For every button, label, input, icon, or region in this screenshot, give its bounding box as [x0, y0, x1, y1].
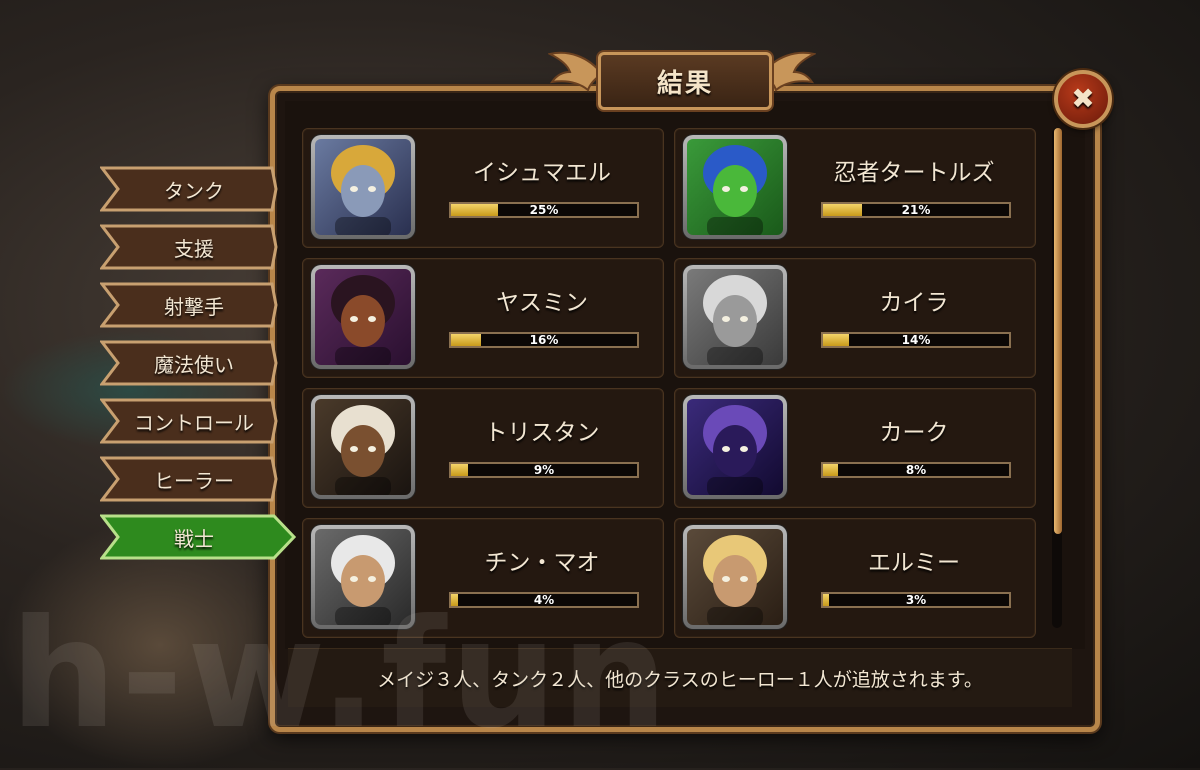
- tab-3[interactable]: 魔法使い: [100, 340, 278, 386]
- usage-bar: 14%: [821, 332, 1011, 348]
- usage-percent: 9%: [533, 463, 555, 477]
- hero-card[interactable]: エルミー 3%: [674, 518, 1036, 638]
- hero-name: チン・マオ: [484, 550, 600, 576]
- usage-bar: 16%: [449, 332, 639, 348]
- tab-0[interactable]: タンク: [100, 166, 278, 212]
- usage-bar: 21%: [821, 202, 1011, 218]
- hero-card[interactable]: イシュマエル 25%: [302, 128, 664, 248]
- hero-name: カーク: [879, 420, 949, 446]
- tab-2[interactable]: 射撃手: [100, 282, 278, 328]
- hero-avatar-icon: [331, 275, 395, 365]
- hero-name: 忍者タートルズ: [833, 160, 995, 186]
- hero-name: エルミー: [868, 550, 960, 576]
- tab-5[interactable]: ヒーラー: [100, 456, 278, 502]
- hero-avatar-icon: [703, 535, 767, 625]
- hero-avatar-icon: [703, 405, 767, 495]
- usage-percent: 16%: [529, 333, 559, 347]
- hero-portrait: [683, 265, 787, 369]
- hero-avatar-icon: [703, 275, 767, 365]
- hero-card[interactable]: トリスタン 9%: [302, 388, 664, 508]
- watermark: h-w.fun: [10, 588, 672, 762]
- hero-card[interactable]: カーク 8%: [674, 388, 1036, 508]
- hero-portrait: [683, 135, 787, 239]
- close-icon: ✖: [1071, 82, 1095, 115]
- hero-avatar-icon: [331, 405, 395, 495]
- usage-percent: 14%: [901, 333, 931, 347]
- tab-label: タンク: [164, 178, 224, 203]
- hero-portrait: [311, 265, 415, 369]
- hero-name: イシュマエル: [473, 160, 611, 186]
- tab-label: ヒーラー: [154, 468, 234, 493]
- usage-percent: 21%: [901, 203, 931, 217]
- usage-bar: 8%: [821, 462, 1011, 478]
- close-button[interactable]: ✖: [1054, 70, 1112, 128]
- tab-label: 魔法使い: [154, 352, 234, 377]
- hero-portrait: [311, 135, 415, 239]
- left-ornament-icon: [548, 51, 604, 92]
- hero-card[interactable]: ヤスミン 16%: [302, 258, 664, 378]
- hero-name: ヤスミン: [496, 290, 588, 316]
- title-banner: 結果: [598, 52, 772, 110]
- hero-portrait: [311, 395, 415, 499]
- hero-card[interactable]: カイラ 14%: [674, 258, 1036, 378]
- tab-6[interactable]: 戦士: [100, 514, 296, 560]
- tab-label: 支援: [174, 236, 214, 261]
- hero-name: カイラ: [879, 290, 949, 316]
- tab-label: 戦士: [174, 526, 214, 551]
- usage-percent: 8%: [905, 463, 927, 477]
- hero-portrait: [683, 525, 787, 629]
- page-title: 結果: [656, 68, 713, 99]
- usage-bar: 9%: [449, 462, 639, 478]
- usage-percent: 3%: [905, 593, 927, 607]
- hero-portrait: [683, 395, 787, 499]
- hero-card[interactable]: 忍者タートルズ 21%: [674, 128, 1036, 248]
- tab-4[interactable]: コントロール: [100, 398, 278, 444]
- usage-bar: 25%: [449, 202, 639, 218]
- scrollbar-thumb[interactable]: [1054, 128, 1062, 534]
- hero-avatar-icon: [331, 145, 395, 235]
- hero-avatar-icon: [703, 145, 767, 235]
- tab-label: 射撃手: [164, 294, 224, 319]
- usage-percent: 25%: [529, 203, 559, 217]
- hero-name: トリスタン: [484, 420, 600, 446]
- tab-label: コントロール: [134, 410, 254, 435]
- usage-bar: 3%: [821, 592, 1011, 608]
- tab-1[interactable]: 支援: [100, 224, 278, 270]
